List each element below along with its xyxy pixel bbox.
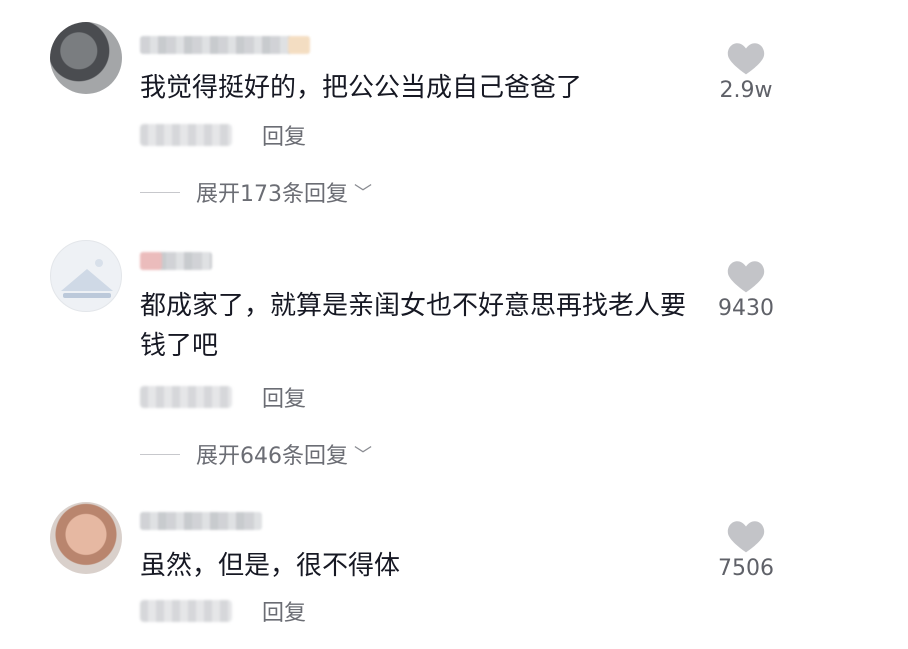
timestamp-blurred [140, 386, 232, 408]
username-blurred[interactable] [140, 36, 310, 54]
chevron-down-icon: ﹀ [354, 445, 372, 466]
heart-icon [727, 521, 765, 553]
avatar-sun-shape [95, 259, 103, 267]
timestamp-blurred [140, 124, 232, 146]
like-button[interactable]: 9430 [706, 258, 786, 321]
divider-line [140, 453, 180, 455]
avatar-mountain-shape [61, 269, 113, 291]
expand-replies-label: 展开173条回复 [196, 182, 348, 207]
heart-icon [727, 43, 765, 75]
avatar[interactable] [50, 502, 122, 574]
comment-text: 我觉得挺好的，把公公当成自己爸爸了 [140, 73, 583, 103]
like-count: 2.9w [719, 78, 773, 103]
expand-replies-button[interactable]: 展开173条回复 ﹀ [140, 176, 372, 208]
chevron-down-icon: ﹀ [354, 183, 372, 204]
divider-line [140, 191, 180, 193]
username-blurred[interactable] [140, 252, 212, 270]
avatar[interactable] [50, 22, 122, 94]
like-count: 7506 [718, 556, 774, 581]
comment-meta: 回复 [140, 382, 306, 412]
comment-text: 虽然，但是，很不得体 [140, 551, 401, 581]
comment-meta: 回复 [140, 120, 306, 150]
like-button[interactable]: 7506 [706, 518, 786, 581]
expand-replies-button[interactable]: 展开646条回复 ﹀ [140, 438, 372, 470]
reply-button[interactable]: 回复 [262, 119, 306, 151]
avatar-caption-blur [63, 293, 111, 298]
username-blurred[interactable] [140, 512, 262, 530]
avatar[interactable] [50, 240, 122, 312]
like-count: 9430 [718, 296, 774, 321]
comment-text: 都成家了，就算是亲闺女也不好意思再找老人要钱了吧 [140, 291, 687, 361]
reply-button[interactable]: 回复 [262, 381, 306, 413]
comment-meta: 回复 [140, 596, 306, 626]
timestamp-blurred [140, 600, 232, 622]
expand-replies-label: 展开646条回复 [196, 444, 348, 469]
heart-icon [727, 261, 765, 293]
like-button[interactable]: 2.9w [706, 40, 786, 103]
reply-button[interactable]: 回复 [262, 595, 306, 627]
